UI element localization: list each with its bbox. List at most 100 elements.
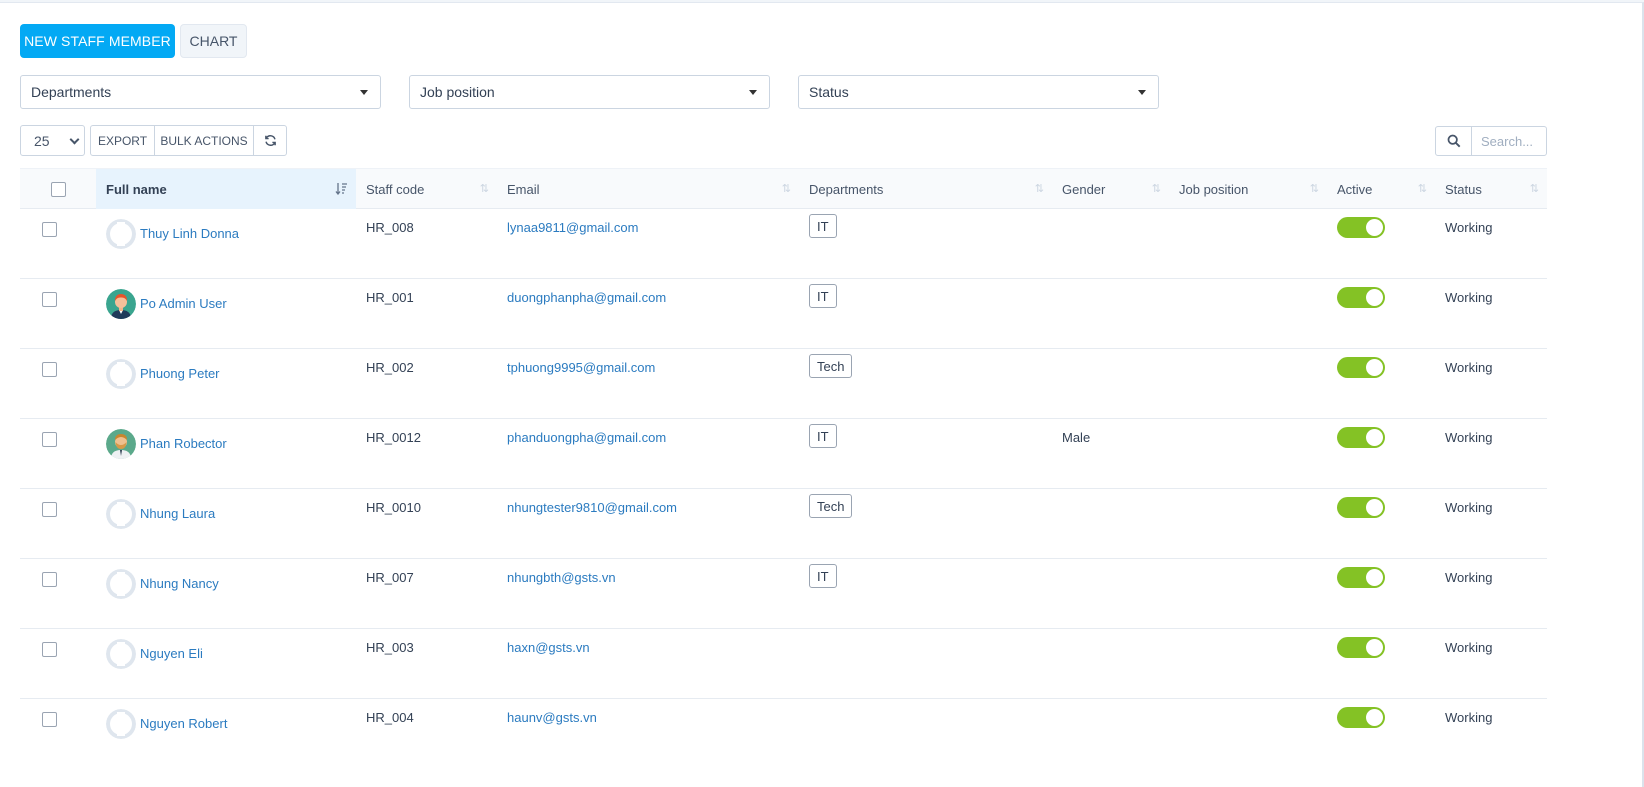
table-row: Phan Robector HR_0012 phanduongpha@gmail… — [20, 419, 1547, 489]
staff-status: Working — [1445, 290, 1493, 305]
job-position-filter-label: Job position — [420, 84, 495, 100]
column-active[interactable]: Active ⇅ — [1327, 169, 1435, 209]
column-departments-label: Departments — [809, 181, 884, 197]
staff-email-link[interactable]: phanduongpha@gmail.com — [507, 430, 666, 445]
table-row: Nguyen Robert HR_004 haunv@gsts.vn Worki… — [20, 699, 1547, 769]
page-length-select[interactable]: 25 — [20, 125, 85, 156]
search-button[interactable] — [1435, 126, 1472, 156]
reload-button[interactable] — [253, 125, 287, 156]
status-filter[interactable]: Status — [798, 75, 1159, 109]
department-badge: Tech — [809, 494, 853, 518]
staff-email-link[interactable]: duongphanpha@gmail.com — [507, 290, 666, 305]
chevron-down-icon — [69, 134, 80, 145]
page-length-value: 25 — [34, 132, 50, 149]
department-badge: Tech — [809, 354, 853, 378]
staff-status: Working — [1445, 220, 1493, 235]
sort-icon: ⇅ — [781, 183, 791, 195]
column-email[interactable]: Email ⇅ — [497, 169, 799, 209]
staff-code: HR_002 — [366, 360, 414, 375]
column-gender-label: Gender — [1062, 181, 1106, 197]
export-button[interactable]: EXPORT — [90, 125, 155, 156]
row-checkbox[interactable] — [42, 642, 57, 657]
caret-down-icon — [360, 90, 368, 95]
job-position-filter[interactable]: Job position — [409, 75, 770, 109]
staff-code: HR_007 — [366, 570, 414, 585]
column-departments[interactable]: Departments ⇅ — [799, 169, 1052, 209]
staff-email-link[interactable]: nhungtester9810@gmail.com — [507, 500, 677, 515]
staff-status: Working — [1445, 430, 1493, 445]
search-input[interactable] — [1471, 126, 1547, 156]
active-toggle[interactable] — [1337, 637, 1385, 658]
staff-name-link[interactable]: Thuy Linh Donna — [140, 226, 239, 241]
department-badge: IT — [809, 214, 837, 238]
staff-name-link[interactable]: Nhung Laura — [140, 506, 215, 521]
staff-panel: NEW STAFF MEMBER CHART Departments Job p… — [0, 2, 1644, 787]
row-checkbox[interactable] — [42, 222, 57, 237]
staff-email-link[interactable]: nhungbth@gsts.vn — [507, 570, 616, 585]
staff-status: Working — [1445, 570, 1493, 585]
bulk-actions-button[interactable]: BULK ACTIONS — [154, 125, 254, 156]
column-gender[interactable]: Gender ⇅ — [1052, 169, 1169, 209]
active-toggle[interactable] — [1337, 567, 1385, 588]
staff-name-link[interactable]: Nhung Nancy — [140, 576, 219, 591]
sort-icon: ⇅ — [1309, 183, 1319, 195]
row-checkbox[interactable] — [42, 292, 57, 307]
avatar — [106, 219, 136, 249]
active-toggle[interactable] — [1337, 217, 1385, 238]
staff-name-link[interactable]: Phan Robector — [140, 436, 227, 451]
active-toggle[interactable] — [1337, 287, 1385, 308]
row-checkbox[interactable] — [42, 712, 57, 727]
avatar — [106, 359, 136, 389]
avatar — [106, 499, 136, 529]
active-toggle[interactable] — [1337, 707, 1385, 728]
table-header: Full name Staff code ⇅ Email ⇅ Departmen… — [20, 168, 1547, 209]
staff-name-link[interactable]: Po Admin User — [140, 296, 227, 311]
row-checkbox[interactable] — [42, 502, 57, 517]
column-job-position[interactable]: Job position ⇅ — [1169, 169, 1327, 209]
department-badge: IT — [809, 564, 837, 588]
departments-filter[interactable]: Departments — [20, 75, 381, 109]
column-email-label: Email — [507, 181, 540, 197]
column-staff-code[interactable]: Staff code ⇅ — [356, 169, 497, 209]
staff-status: Working — [1445, 710, 1493, 725]
staff-email-link[interactable]: tphuong9995@gmail.com — [507, 360, 655, 375]
active-toggle[interactable] — [1337, 427, 1385, 448]
sort-icon: ⇅ — [479, 183, 489, 195]
staff-code: HR_0010 — [366, 500, 421, 515]
table-row: Phuong Peter HR_002 tphuong9995@gmail.co… — [20, 349, 1547, 419]
sort-icon: ⇅ — [1417, 183, 1427, 195]
table-row: Nhung Nancy HR_007 nhungbth@gsts.vn IT W… — [20, 559, 1547, 629]
avatar — [106, 639, 136, 669]
staff-name-link[interactable]: Nguyen Robert — [140, 716, 227, 731]
column-full-name-label: Full name — [106, 181, 167, 197]
staff-name-link[interactable]: Phuong Peter — [140, 366, 220, 381]
staff-email-link[interactable]: lynaa9811@gmail.com — [507, 220, 638, 235]
new-staff-member-button[interactable]: NEW STAFF MEMBER — [20, 24, 175, 58]
row-checkbox[interactable] — [42, 362, 57, 377]
staff-code: HR_001 — [366, 290, 414, 305]
row-checkbox[interactable] — [42, 432, 57, 447]
caret-down-icon — [1138, 90, 1146, 95]
select-all-checkbox[interactable] — [50, 181, 66, 197]
staff-code: HR_008 — [366, 220, 414, 235]
departments-filter-label: Departments — [31, 84, 112, 100]
table-row: Thuy Linh Donna HR_008 lynaa9811@gmail.c… — [20, 209, 1547, 279]
staff-email-link[interactable]: haxn@gsts.vn — [507, 640, 590, 655]
status-filter-label: Status — [809, 84, 849, 100]
staff-gender: Male — [1062, 430, 1091, 445]
avatar — [106, 429, 136, 459]
row-checkbox[interactable] — [42, 572, 57, 587]
chart-button[interactable]: CHART — [180, 24, 247, 58]
department-badge: IT — [809, 424, 837, 448]
column-full-name[interactable]: Full name — [96, 169, 356, 209]
table-row: Nguyen Eli HR_003 haxn@gsts.vn Working — [20, 629, 1547, 699]
staff-code: HR_003 — [366, 640, 414, 655]
active-toggle[interactable] — [1337, 497, 1385, 518]
staff-email-link[interactable]: haunv@gsts.vn — [507, 710, 597, 725]
sort-icon: ⇅ — [1034, 183, 1044, 195]
table-row: Nhung Laura HR_0010 nhungtester9810@gmai… — [20, 489, 1547, 559]
active-toggle[interactable] — [1337, 357, 1385, 378]
staff-name-link[interactable]: Nguyen Eli — [140, 646, 203, 661]
column-status[interactable]: Status ⇅ — [1435, 169, 1547, 209]
sort-icon: ⇅ — [1529, 183, 1539, 195]
